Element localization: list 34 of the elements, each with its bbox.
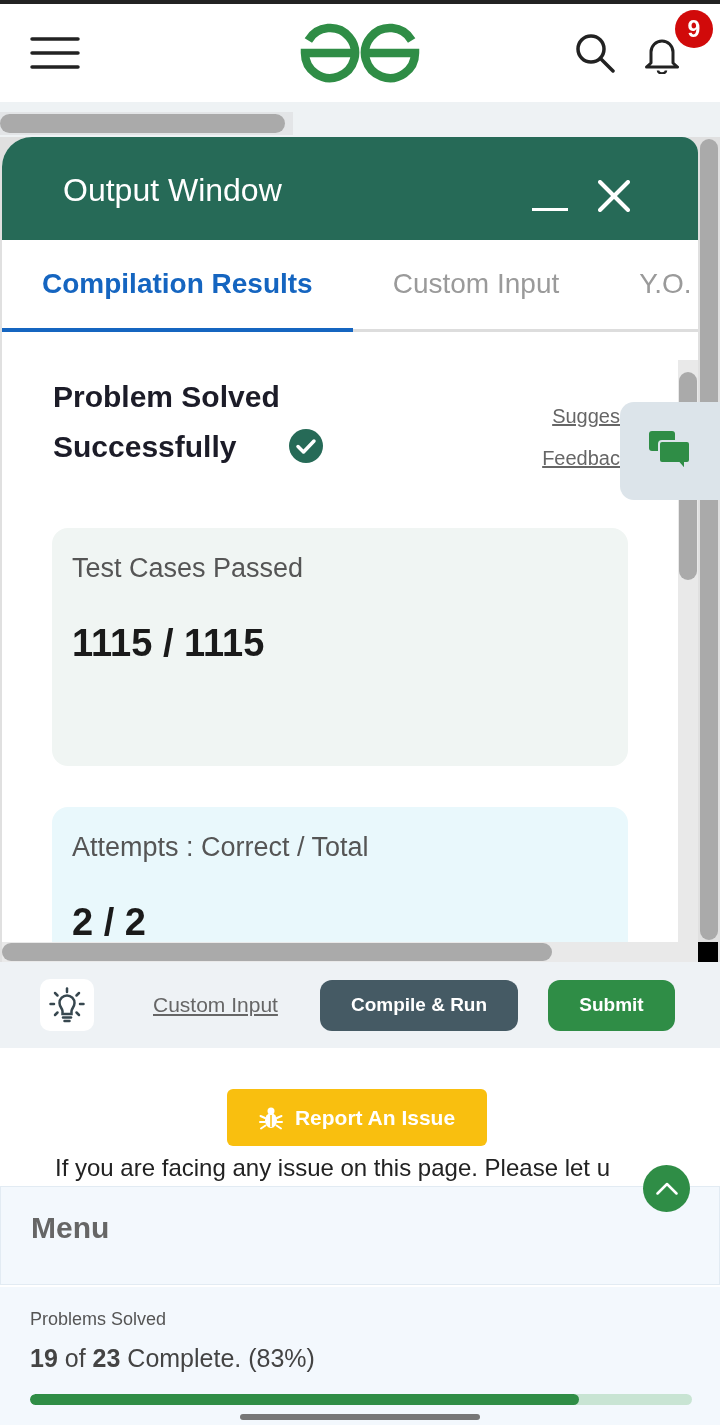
menu-title: Menu: [31, 1210, 110, 1246]
hint-button[interactable]: [40, 979, 94, 1031]
tab[interactable]: Compilation Results: [2, 240, 353, 332]
custom-input-link[interactable]: Custom Input: [153, 993, 278, 1017]
scrollbar-thumb[interactable]: [0, 114, 285, 133]
report-message: If you are facing any issue on this page. Please let u: [55, 1153, 610, 1183]
close-icon[interactable]: [598, 180, 630, 212]
text-link[interactable]: Feedbac: [542, 444, 620, 472]
progress-label: Problems Solved: [30, 1308, 167, 1331]
stat-label: Test Cases Passed: [72, 552, 304, 585]
bug-icon: [258, 1105, 283, 1130]
tab[interactable]: Custom Input: [352, 240, 600, 332]
menu-icon[interactable]: [30, 37, 80, 69]
check-circle-icon: [289, 429, 323, 463]
progress-summary: 19 of 23 Complete. (83%): [30, 1343, 315, 1374]
stat-label: Attempts : Correct / Total: [72, 831, 369, 864]
notification-badge: 9: [675, 10, 713, 48]
result-title: Problem Solved Successfully: [53, 379, 281, 465]
logo[interactable]: [300, 22, 420, 84]
text-link[interactable]: Sugges: [552, 402, 620, 430]
search-icon[interactable]: [575, 33, 615, 73]
window-title: Output Window: [63, 171, 282, 210]
tab[interactable]: Y.O.: [599, 240, 698, 332]
action-button[interactable]: Compile & Run: [320, 979, 518, 1031]
scrollbar-thumb[interactable]: [679, 500, 697, 580]
scrollbar-corner: [698, 942, 718, 962]
scrollbar-thumb[interactable]: [2, 943, 552, 961]
chat-button[interactable]: [620, 402, 720, 500]
action-button[interactable]: Submit: [548, 979, 675, 1031]
lightbulb-icon: [49, 987, 85, 1023]
stat-value: 1115 / 1115: [72, 621, 265, 665]
stat-value: 2 / 2: [72, 900, 146, 942]
scrollbar-thumb[interactable]: [679, 372, 697, 402]
chevron-up-icon: [655, 1182, 678, 1195]
